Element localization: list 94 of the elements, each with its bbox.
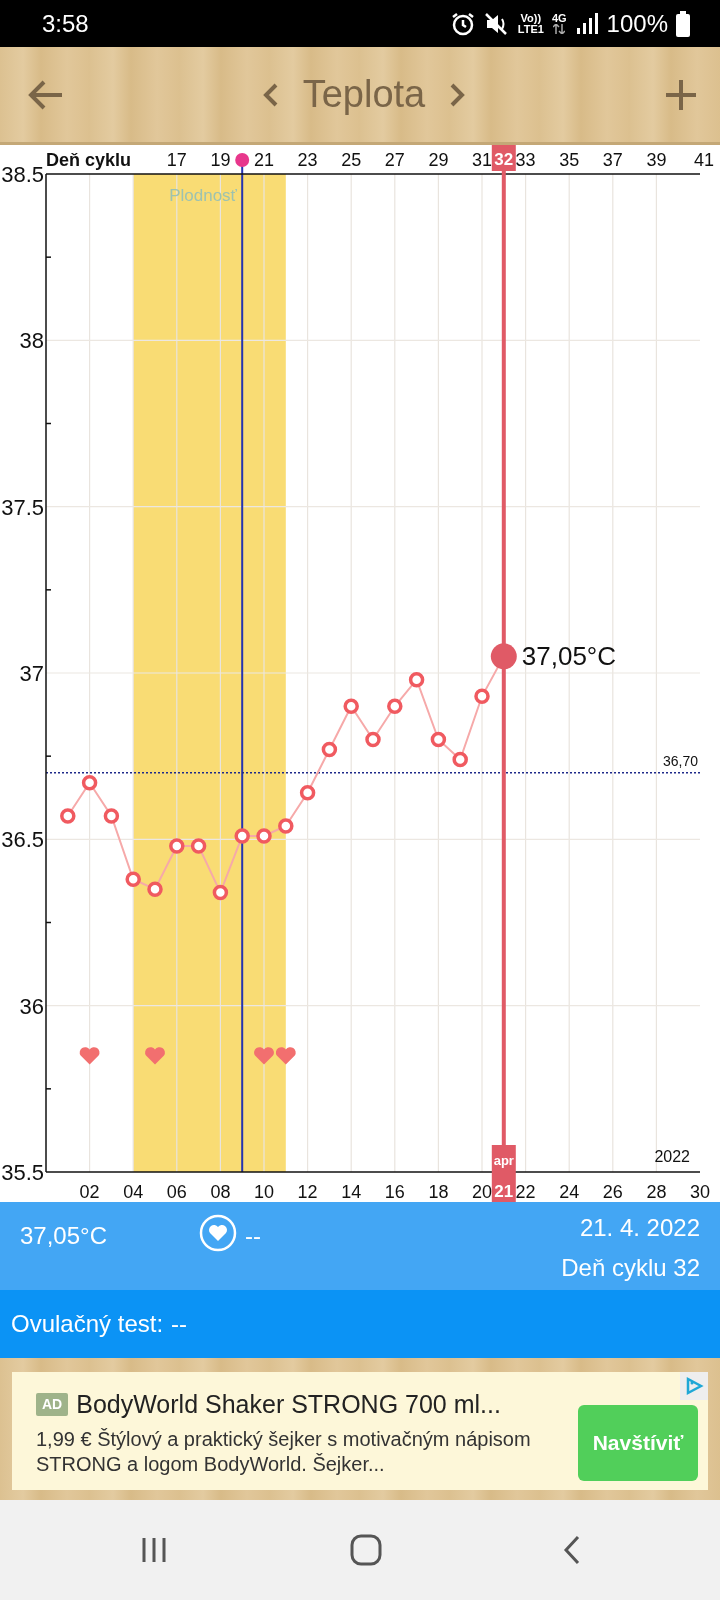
axis-label: 20	[472, 1182, 492, 1202]
heart-icon	[254, 1047, 274, 1065]
data-point	[299, 785, 316, 801]
axis-label: 38	[19, 328, 44, 354]
axis-label: 23	[297, 150, 318, 170]
axis-label: 12	[297, 1182, 318, 1202]
axis-label: 41	[693, 150, 714, 170]
ovulation-dot	[235, 153, 250, 167]
data-point	[169, 838, 185, 854]
temperature-value: 37,05°C	[20, 1221, 107, 1251]
axis-label: 24	[559, 1182, 580, 1202]
data-point	[365, 731, 381, 748]
date-label: 21. 4. 2022	[579, 1213, 700, 1243]
selected-point	[490, 643, 517, 670]
battery-icon	[676, 10, 690, 37]
network-label: Vo))	[520, 12, 542, 24]
data-point	[147, 881, 163, 897]
axis-label: 25	[341, 150, 362, 170]
chevron-left-icon[interactable]	[262, 81, 279, 108]
axis-title: Deň cyklu	[46, 150, 132, 170]
page-title: Teplota	[302, 72, 426, 117]
data-point	[343, 698, 359, 714]
axis-label: 29	[428, 150, 449, 170]
axis-label: 36.5	[1, 827, 44, 853]
axis-label: 08	[210, 1182, 231, 1202]
back-arrow-icon[interactable]	[28, 78, 64, 111]
axis-label: 27	[384, 150, 405, 170]
axis-label: 35.5	[1, 1160, 44, 1185]
battery-percent: 100%	[606, 8, 668, 39]
date-badge: apr 21	[491, 1145, 516, 1202]
axis-label: 36	[19, 993, 44, 1019]
network-label: LTE1	[517, 23, 544, 35]
axis-label: 06	[166, 1182, 187, 1202]
axis-label: 17	[166, 150, 187, 170]
heart-circle-icon[interactable]	[199, 1214, 237, 1252]
axis-label: 22	[515, 1182, 536, 1202]
data-point	[125, 871, 141, 887]
heart-icon	[145, 1047, 165, 1065]
axis-label: 33	[515, 150, 536, 170]
ad-title[interactable]: BodyWorld Shaker STRONG 700 ml...	[76, 1385, 501, 1424]
axis-label: 26	[602, 1182, 623, 1202]
intercourse-value: --	[245, 1221, 261, 1251]
axis-label: 37	[602, 150, 623, 170]
ovulation-test-label: Ovulačný test:	[11, 1309, 164, 1339]
signal-icon	[574, 11, 599, 36]
year-label: 2022	[654, 1148, 690, 1165]
data-point	[278, 818, 294, 834]
axis-label: 28	[646, 1182, 667, 1202]
axis-label: 14	[341, 1182, 362, 1202]
data-point	[430, 731, 447, 748]
axis-label: 39	[646, 150, 667, 170]
axis-label: 37.5	[1, 494, 44, 520]
data-point	[234, 828, 250, 844]
plus-icon[interactable]	[664, 77, 698, 112]
ad-description: 1,99 € Štýlový a praktický šejker s motivačným nápisom STRONG a logom BodyWorld. Šejker...	[36, 1427, 532, 1477]
data-point	[190, 838, 207, 854]
data-point	[256, 828, 272, 844]
data-point	[387, 698, 403, 714]
network-label: 4G	[551, 13, 567, 24]
adchoices-icon[interactable]	[680, 1372, 708, 1400]
data-point	[103, 808, 120, 824]
axis-label: 38.5	[1, 162, 44, 187]
axis-label: 10	[254, 1182, 274, 1202]
axis-label: 19	[210, 150, 231, 170]
ovulation-test-value: --	[171, 1309, 188, 1339]
data-point	[408, 671, 425, 688]
chevron-right-icon[interactable]	[449, 81, 466, 108]
threshold-label: 36,70	[662, 752, 698, 769]
axis-label: 31	[472, 150, 492, 170]
axis-label: 35	[559, 150, 580, 170]
data-point	[60, 808, 76, 824]
cycle-day-label: Deň cyklu 32	[561, 1253, 700, 1283]
ad-banner[interactable]: AD BodyWorld Shaker STRONG 700 ml... 1,99 € Štýlový a praktický šejker s motivačným nápisom STRONG a logom BodyWorld. Šejker... Navštíviť	[12, 1372, 708, 1490]
axis-label: 30	[690, 1182, 710, 1202]
data-arrows-icon	[553, 24, 566, 34]
data-point	[212, 884, 229, 901]
axis-label: 16	[384, 1182, 405, 1202]
data-point	[321, 741, 338, 758]
axis-label: 18	[428, 1182, 449, 1202]
data-point	[81, 775, 98, 791]
axis-label: 21	[254, 150, 274, 170]
axis-label: 04	[123, 1182, 144, 1202]
axis-label: 02	[79, 1182, 100, 1202]
data-point	[474, 688, 490, 705]
value-label: 37,05°C	[521, 641, 617, 672]
heart-icon	[79, 1047, 100, 1065]
clock-time: 3:58	[42, 8, 89, 39]
cycle-day-badge: 32	[491, 145, 516, 171]
axis-label: 37	[19, 661, 44, 686]
home-icon[interactable]	[350, 1534, 382, 1566]
ad-badge: AD	[36, 1393, 69, 1417]
heart-icon	[275, 1047, 296, 1065]
back-icon[interactable]	[562, 1535, 582, 1565]
data-point	[452, 751, 468, 768]
